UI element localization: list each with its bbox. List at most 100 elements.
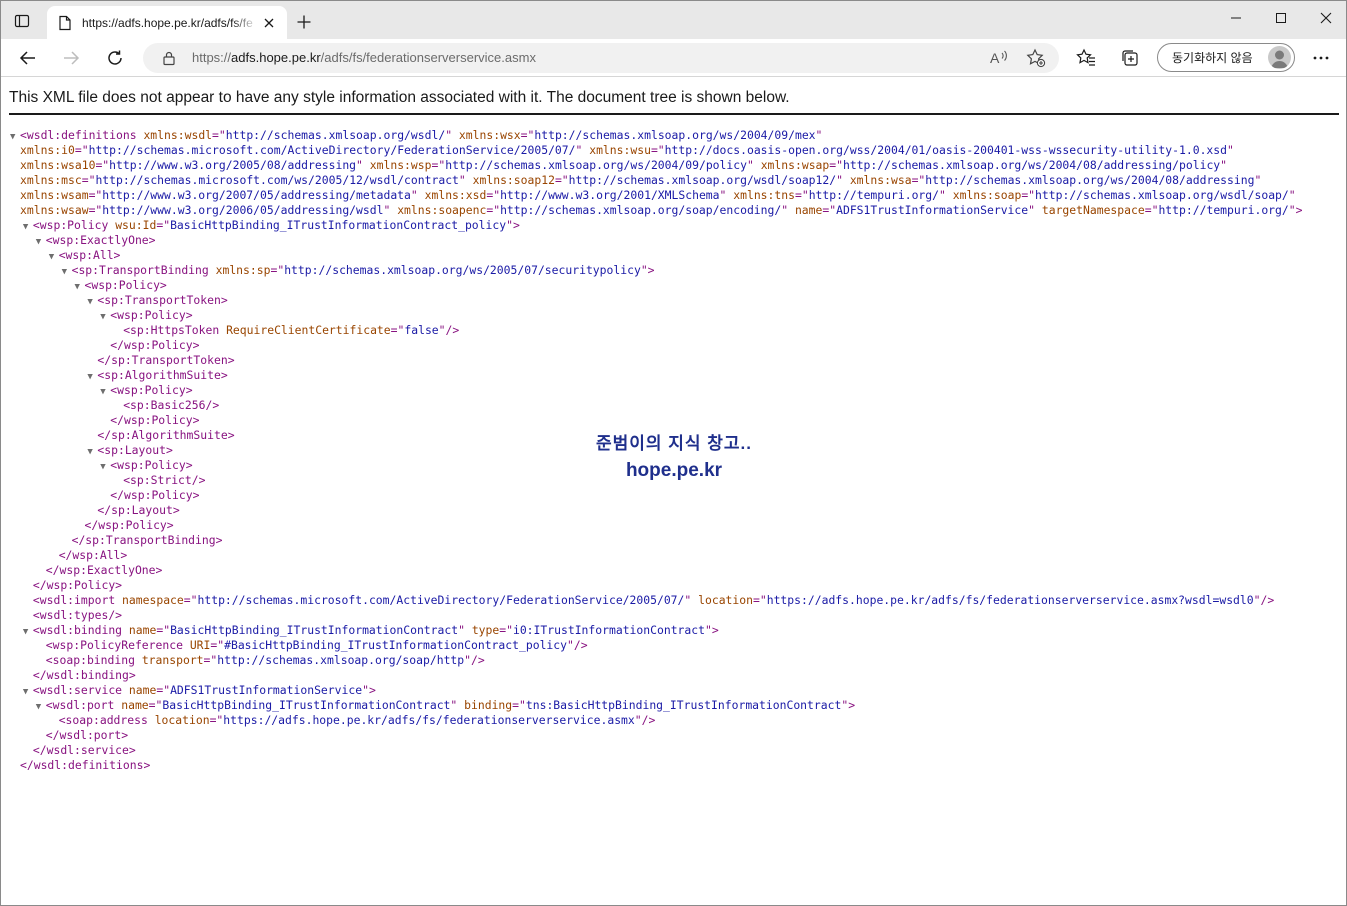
xml-line: </wsp:ExactlyOne>	[10, 563, 1302, 578]
xml-tag: ="	[95, 158, 110, 172]
collapse-triangle-icon[interactable]: ▼	[23, 220, 33, 235]
more-menu-icon[interactable]	[1309, 46, 1333, 70]
xml-tag: <sp:Basic256/>	[123, 398, 220, 412]
collapse-triangle-icon[interactable]: ▼	[36, 700, 46, 715]
xml-attr-name: type	[471, 623, 500, 637]
xml-tag: "/>	[464, 653, 485, 667]
xml-attr-value: http://schemas.xmlsoap.org/ws/2004/09/me…	[534, 128, 816, 142]
xml-tag: "	[815, 128, 823, 142]
xml-line: <wsdl:import namespace="http://schemas.m…	[10, 593, 1302, 608]
xml-tag: <wsdl:import	[32, 593, 123, 607]
xml-attr-name: xmlns:wsx	[458, 128, 521, 142]
collapse-triangle-icon[interactable]: ▼	[100, 310, 110, 325]
address-bar[interactable]: https://adfs.hope.pe.kr/adfs/fs/federati…	[143, 43, 1059, 73]
xml-attr-value: #BasicHttpBinding_ITrustInformationContr…	[224, 638, 567, 652]
collapse-triangle-icon[interactable]: ▼	[49, 250, 59, 265]
xml-attr-name: xmlns:wsap	[760, 158, 830, 172]
xml-line: xmlns:wsam="http://www.w3.org/2007/05/ad…	[10, 188, 1302, 203]
xml-tag: ="	[209, 713, 224, 727]
xml-attr-value: http://schemas.xmlsoap.org/ws/2004/08/ad…	[842, 158, 1221, 172]
xml-tag: "	[445, 128, 459, 142]
xml-tag: <wsdl:port	[45, 698, 122, 712]
xml-attr-value: http://schemas.xmlsoap.org/wsdl/soap12/	[568, 173, 837, 187]
xml-attr-name: xmlns:tns	[733, 188, 795, 202]
xml-tag: ">	[841, 698, 856, 712]
xml-tag: ="	[822, 203, 837, 217]
xml-tag: <wsp:Policy>	[110, 308, 193, 322]
read-aloud-icon[interactable]: A	[988, 47, 1010, 69]
xml-tag: <sp:Strict/>	[123, 473, 206, 487]
collections-icon[interactable]	[1118, 46, 1142, 70]
close-tab-icon[interactable]	[261, 15, 277, 31]
xml-tag: <soap:binding	[45, 653, 142, 667]
tab-actions-icon[interactable]	[11, 10, 33, 32]
xml-attr-value: BasicHttpBinding_ITrustInformationContra…	[162, 698, 451, 712]
xml-tag: ="	[270, 263, 285, 277]
collapse-triangle-icon[interactable]: ▼	[62, 265, 72, 280]
new-tab-plus-icon[interactable]	[293, 11, 315, 33]
xml-tag: </wsp:Policy>	[32, 578, 123, 592]
add-favorite-icon[interactable]	[1025, 47, 1047, 69]
reload-icon[interactable]	[102, 45, 128, 71]
xml-tag: ="	[148, 698, 163, 712]
collapse-triangle-icon[interactable]: ▼	[87, 295, 97, 310]
xml-tag: <sp:Layout>	[97, 443, 173, 457]
xml-tag: </wsdl:definitions>	[20, 758, 151, 772]
xml-attr-value: tns:BasicHttpBinding_ITrustInformationCo…	[525, 698, 842, 712]
browser-tab[interactable]: https://adfs.hope.pe.kr/adfs/fs/fe	[47, 6, 287, 39]
favorites-icon[interactable]	[1074, 46, 1098, 70]
collapse-triangle-icon[interactable]: ▼	[23, 625, 33, 640]
back-arrow-icon[interactable]	[15, 45, 41, 71]
xml-attr-value: ADFS1TrustInformationService	[170, 683, 363, 697]
xml-tag: <sp:TransportToken>	[97, 293, 228, 307]
xml-line: ▼ <wsdl:definitions xmlns:wsdl="http://sc…	[10, 128, 1302, 143]
lock-icon[interactable]	[161, 50, 177, 66]
collapse-triangle-icon[interactable]: ▼	[100, 385, 110, 400]
xml-line: <soap:address location="https://adfs.hop…	[10, 713, 1302, 728]
xml-tag: <wsp:Policy	[32, 218, 116, 232]
collapse-triangle-icon[interactable]: ▼	[87, 370, 97, 385]
url-scheme: https://	[192, 50, 232, 65]
tab-strip: https://adfs.hope.pe.kr/adfs/fs/fe	[1, 1, 1346, 39]
xml-tag: <sp:AlgorithmSuite>	[97, 368, 228, 382]
tab-title: https://adfs.hope.pe.kr/adfs/fs/fe	[82, 15, 253, 30]
collapse-triangle-icon[interactable]: ▼	[100, 460, 110, 475]
collapse-triangle-icon[interactable]: ▼	[23, 685, 33, 700]
xml-attr-name: xmlns:msc	[20, 173, 82, 187]
browser-toolbar: https://adfs.hope.pe.kr/adfs/fs/federati…	[1, 39, 1346, 77]
xml-tag: <wsp:All>	[58, 248, 121, 262]
xml-tag: ="	[753, 593, 767, 607]
xml-attr-value: ADFS1TrustInformationService	[836, 203, 1029, 217]
collapse-triangle-icon[interactable]: ▼	[36, 235, 46, 250]
xml-line: <wsp:PolicyReference URI="#BasicHttpBind…	[10, 638, 1302, 653]
xml-tag: <sp:TransportBinding	[71, 263, 216, 277]
xml-attr-value: i0:ITrustInformationContract	[512, 623, 705, 637]
xml-line: xmlns:msc="http://schemas.microsoft.com/…	[10, 173, 1302, 188]
xml-line: </wsdl:service>	[10, 743, 1302, 758]
xml-attr-name: xmlns:xsd	[424, 188, 487, 202]
xml-tag: <soap:address	[58, 713, 155, 727]
xml-attr-value: http://schemas.xmlsoap.org/ws/2004/09/po…	[445, 158, 747, 172]
xml-line: xmlns:wsaw="http://www.w3.org/2006/05/ad…	[10, 203, 1302, 218]
xml-attr-name: xmlns:sp	[215, 263, 271, 277]
xml-tag: <sp:HttpsToken	[123, 323, 227, 337]
xml-tag: ="	[1021, 188, 1036, 202]
xml-line: </wsdl:definitions>	[10, 758, 1302, 773]
maximize-icon[interactable]	[1258, 1, 1304, 35]
xml-attr-value: http://schemas.xmlsoap.org/ws/2005/07/se…	[284, 263, 641, 277]
collapse-triangle-icon[interactable]: ▼	[87, 445, 97, 460]
xml-tag: ="	[1144, 203, 1159, 217]
xml-tag: ="	[203, 653, 218, 667]
minimize-icon[interactable]	[1213, 1, 1259, 35]
collapse-triangle-icon[interactable]: ▼	[75, 280, 85, 295]
xml-tag: ="	[520, 128, 535, 142]
page-icon	[57, 15, 73, 31]
xml-tag: </sp:TransportToken>	[97, 353, 235, 367]
profile-sync-button[interactable]: 동기화하지 않음	[1157, 43, 1295, 72]
url-text[interactable]: https://adfs.hope.pe.kr/adfs/fs/federati…	[192, 50, 536, 65]
forward-arrow-icon[interactable]	[58, 45, 84, 71]
xml-tag: "	[939, 188, 953, 202]
xml-attr-name: name	[128, 683, 157, 697]
window-close-icon[interactable]	[1303, 1, 1347, 35]
xml-attr-value: false	[404, 323, 439, 337]
